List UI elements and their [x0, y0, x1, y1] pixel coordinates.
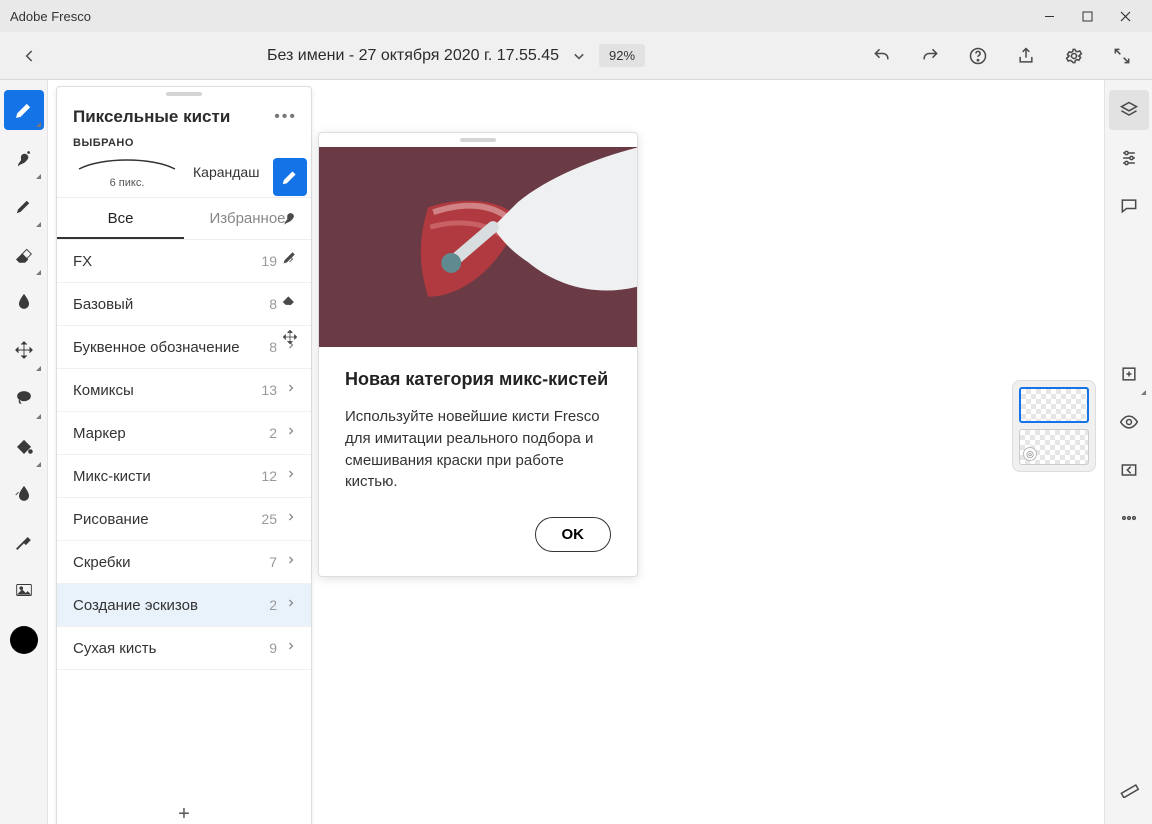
share-button[interactable] — [1008, 38, 1044, 74]
tab-all[interactable]: Все — [57, 198, 184, 239]
more-options-button[interactable] — [1109, 494, 1149, 542]
vector-brush-tool[interactable] — [4, 182, 44, 230]
back-button[interactable] — [12, 38, 48, 74]
selected-brush-thumb: 6 пикс. — [73, 155, 181, 189]
brush-category-row[interactable]: Комиксы 13 — [57, 369, 311, 412]
color-swatch[interactable] — [4, 614, 44, 662]
fill-tool[interactable] — [4, 422, 44, 470]
chevron-right-icon — [285, 381, 297, 399]
doc-title-chevron-icon[interactable] — [569, 38, 589, 74]
brush-category-row[interactable]: Рисование 25 — [57, 498, 311, 541]
dialog-body-text: Используйте новейшие кисти Fresco для им… — [345, 406, 611, 493]
brush-category-name: Маркер — [73, 425, 245, 442]
dialog-title: Новая категория микс-кистей — [345, 369, 611, 390]
strip-live-brush[interactable] — [273, 198, 307, 236]
brush-category-name: Комиксы — [73, 382, 245, 399]
dialog-illustration — [319, 147, 637, 347]
canvas-tool-strip — [270, 158, 310, 356]
eraser-tool[interactable] — [4, 230, 44, 278]
eyedropper-tool[interactable] — [4, 518, 44, 566]
help-button[interactable] — [960, 38, 996, 74]
layers-floating-panel[interactable]: ◎ — [1012, 380, 1096, 472]
chevron-right-icon — [285, 424, 297, 442]
fullscreen-button[interactable] — [1104, 38, 1140, 74]
brush-category-count: 2 — [253, 597, 277, 613]
layer-mask-button[interactable] — [1109, 446, 1149, 494]
window-minimize-button[interactable] — [1030, 0, 1068, 32]
window-close-button[interactable] — [1106, 0, 1144, 32]
brush-category-count: 2 — [253, 425, 277, 441]
selected-brush-name: Карандаш — [193, 164, 263, 180]
strip-move[interactable] — [273, 318, 307, 356]
panel-drag-handle[interactable] — [57, 87, 311, 101]
redo-button[interactable] — [912, 38, 948, 74]
pixel-brush-tool[interactable] — [4, 90, 44, 130]
chevron-right-icon — [285, 510, 297, 528]
dialog-drag-handle[interactable] — [319, 133, 637, 147]
brush-category-row[interactable]: Скребки 7 — [57, 541, 311, 584]
brush-panel-menu[interactable]: ••• — [274, 108, 297, 126]
strip-pixel-brush[interactable] — [273, 158, 307, 196]
brush-category-row[interactable]: Создание эскизов 2 — [57, 584, 311, 627]
brush-category-count: 25 — [253, 511, 277, 527]
brush-category-name: Микс-кисти — [73, 468, 245, 485]
dialog-ok-button[interactable]: OK — [535, 517, 612, 552]
chevron-right-icon — [285, 467, 297, 485]
brush-category-name: Рисование — [73, 511, 245, 528]
left-tool-rail — [0, 80, 48, 824]
layer-bg-badge-icon: ◎ — [1023, 447, 1037, 461]
brush-category-name: Сухая кисть — [73, 640, 245, 657]
settings-button[interactable] — [1056, 38, 1092, 74]
live-brush-tool[interactable] — [4, 134, 44, 182]
brush-category-row[interactable]: Сухая кисть 9 — [57, 627, 311, 670]
window-titlebar: Adobe Fresco — [0, 0, 1152, 32]
brush-category-count: 9 — [253, 640, 277, 656]
chevron-right-icon — [285, 553, 297, 571]
brush-category-row[interactable]: Маркер 2 — [57, 412, 311, 455]
add-layer-button[interactable] — [1109, 350, 1149, 398]
brush-category-count: 7 — [253, 554, 277, 570]
adjustments-toggle[interactable] — [1109, 134, 1149, 182]
zoom-level[interactable]: 92% — [599, 44, 645, 67]
layer-thumb-1[interactable] — [1019, 387, 1089, 423]
brush-category-name: Создание эскизов — [73, 597, 245, 614]
brush-category-count: 13 — [253, 382, 277, 398]
strip-vector-brush[interactable] — [273, 238, 307, 276]
ruler-button[interactable] — [1109, 764, 1149, 812]
comments-toggle[interactable] — [1109, 182, 1149, 230]
lasso-tool[interactable] — [4, 374, 44, 422]
brush-category-name: Базовый — [73, 296, 245, 313]
brush-category-row[interactable]: Микс-кисти 12 — [57, 455, 311, 498]
chevron-right-icon — [285, 639, 297, 657]
add-category-button[interactable]: + — [57, 793, 311, 824]
chevron-right-icon — [285, 596, 297, 614]
selected-brush-size: 6 пикс. — [110, 177, 145, 189]
image-tool[interactable] — [4, 566, 44, 614]
smudge-tool[interactable] — [4, 278, 44, 326]
brush-category-count: 12 — [253, 468, 277, 484]
undo-button[interactable] — [864, 38, 900, 74]
move-tool[interactable] — [4, 326, 44, 374]
layer-thumb-2[interactable]: ◎ — [1019, 429, 1089, 465]
selected-label: ВЫБРАНО — [73, 137, 295, 149]
brush-category-name: Буквенное обозначение — [73, 339, 245, 356]
document-title: Без имени - 27 октября 2020 г. 17.55.45 — [267, 47, 559, 65]
layers-panel-toggle[interactable] — [1109, 90, 1149, 130]
shape-fill-tool[interactable] — [4, 470, 44, 518]
info-dialog: Новая категория микс-кистей Используйте … — [318, 132, 638, 577]
brush-category-name: FX — [73, 253, 245, 270]
window-maximize-button[interactable] — [1068, 0, 1106, 32]
top-toolbar: Без имени - 27 октября 2020 г. 17.55.45 … — [0, 32, 1152, 80]
right-tool-rail — [1104, 80, 1152, 824]
app-title: Adobe Fresco — [8, 9, 91, 24]
strip-eraser[interactable] — [273, 278, 307, 316]
layer-visibility-button[interactable] — [1109, 398, 1149, 446]
brush-panel-title: Пиксельные кисти — [73, 107, 230, 127]
brush-category-name: Скребки — [73, 554, 245, 571]
